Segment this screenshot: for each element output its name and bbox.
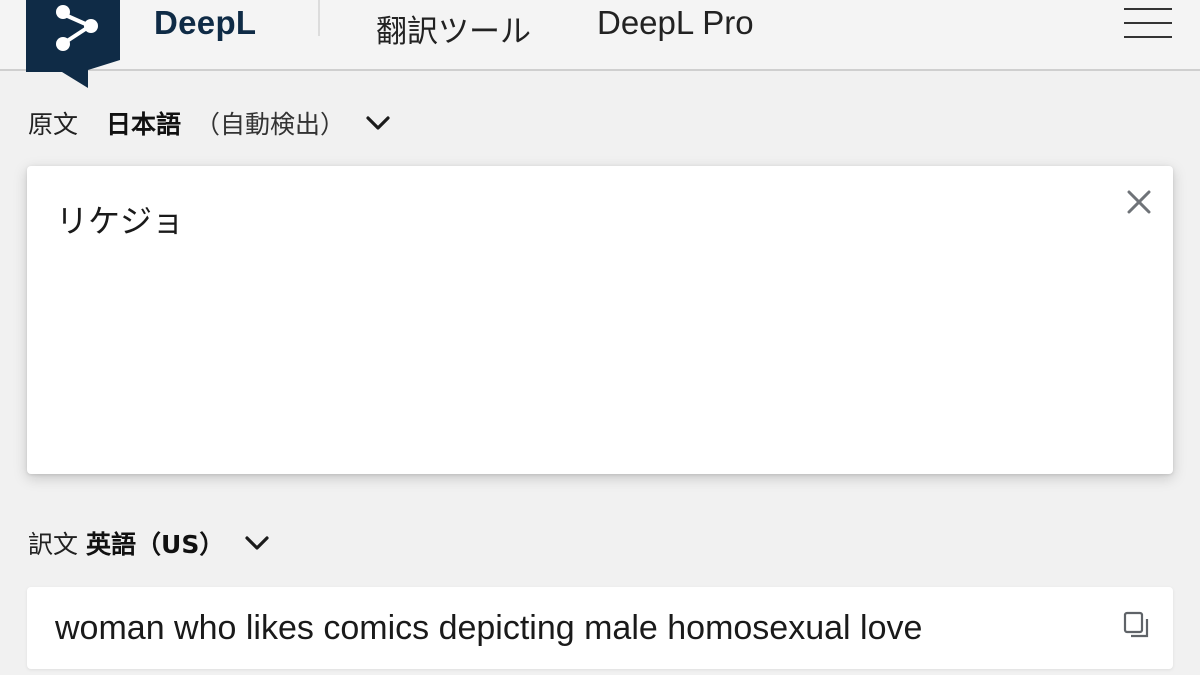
nav-deepl-pro-link[interactable]: DeepL Pro (597, 4, 754, 42)
chevron-down-icon[interactable] (363, 108, 393, 138)
translated-text[interactable]: woman who likes comics depicting male ho… (55, 609, 922, 648)
hamburger-menu-icon[interactable] (1124, 6, 1172, 40)
target-language-selector[interactable]: 訳文 英語（US） (28, 523, 272, 563)
source-text[interactable]: リケジョ (56, 196, 184, 242)
nav-divider (318, 0, 320, 36)
brand-name[interactable]: DeepL (154, 4, 256, 42)
target-label: 訳文 (28, 530, 79, 559)
source-text-area[interactable]: リケジョ (27, 166, 1173, 474)
deepl-logo-icon[interactable] (26, 0, 120, 88)
source-language-name[interactable]: 日本語 (106, 105, 181, 141)
copy-icon[interactable] (1123, 611, 1151, 641)
close-icon[interactable] (1125, 188, 1153, 216)
nav-translator-link[interactable]: 翻訳ツール (376, 6, 531, 51)
auto-detect-note: （自動検出） (195, 110, 346, 139)
target-language-name[interactable]: 英語（US） (86, 525, 224, 561)
target-text-area[interactable]: woman who likes comics depicting male ho… (27, 587, 1173, 669)
source-label: 原文 (28, 110, 79, 139)
chevron-down-icon[interactable] (242, 528, 272, 558)
source-language-selector[interactable]: 原文 日本語 （自動検出） (28, 103, 393, 143)
top-navigation-bar: DeepL 翻訳ツール DeepL Pro (0, 0, 1200, 88)
